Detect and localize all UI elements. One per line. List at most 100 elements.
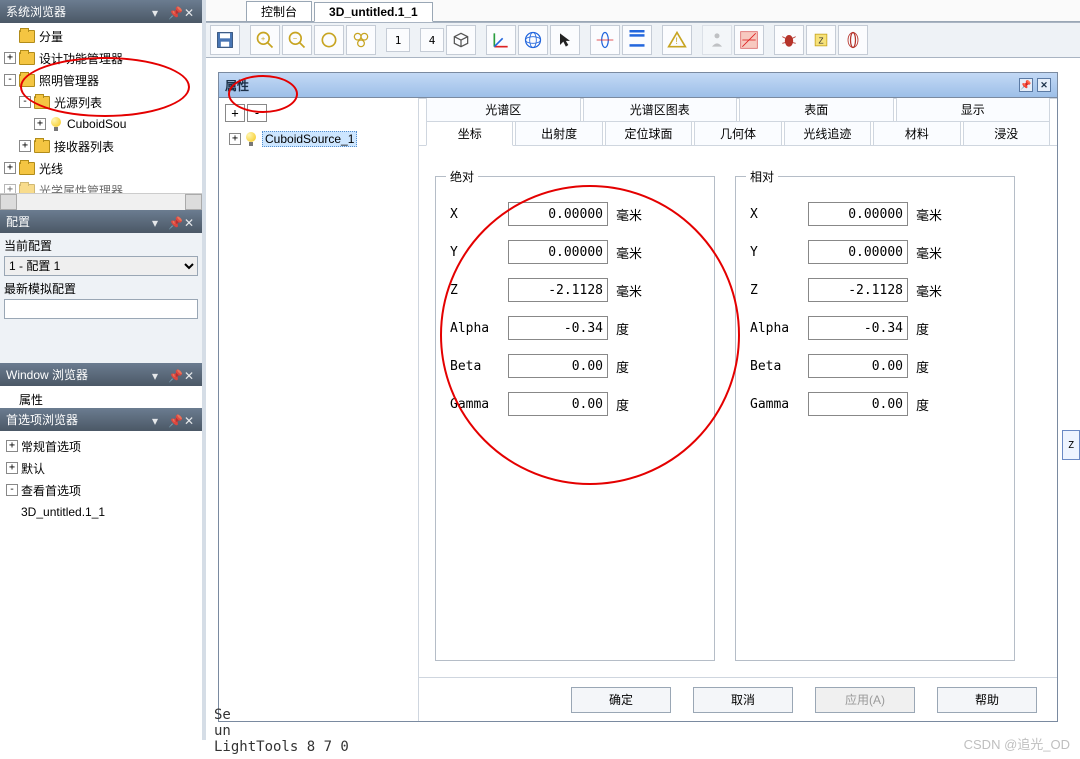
tab-material[interactable]: 材料 [873, 121, 960, 145]
properties-titlebar[interactable]: 属性 📌 ✕ [219, 73, 1057, 97]
close-icon[interactable]: ✕ [184, 414, 196, 426]
latest-sim-input[interactable] [4, 299, 198, 319]
list-button[interactable] [622, 25, 652, 55]
tree-item-default[interactable]: + 默认 [4, 457, 198, 479]
abs-z-input[interactable] [508, 278, 608, 302]
ray-button[interactable] [734, 25, 764, 55]
zoom-fit-button[interactable] [314, 25, 344, 55]
tree-add-button[interactable]: + [225, 104, 245, 122]
scrollbar-horizontal[interactable] [0, 193, 202, 210]
tree-item-component[interactable]: 分量 [2, 25, 202, 47]
tree-item-ray[interactable]: + 光线 [2, 157, 202, 179]
tab-coord[interactable]: 坐标 [426, 121, 513, 146]
close-icon[interactable]: ✕ [184, 6, 196, 18]
rel-beta-input[interactable] [808, 354, 908, 378]
abs-gamma-input[interactable] [508, 392, 608, 416]
tree-item-view-pref[interactable]: - 查看首选项 [4, 479, 198, 501]
system-browser-tree: 分量 + 设计功能管理器 - 照明管理器 - 光源列表 + CuboidSou … [0, 23, 202, 193]
dropdown-icon[interactable]: ▾ [152, 414, 164, 426]
tab-3d-untitled[interactable]: 3D_untitled.1_1 [314, 2, 433, 22]
expand-icon[interactable]: + [6, 440, 18, 452]
rel-gamma-input[interactable] [808, 392, 908, 416]
tree-item-opt-prop-mgr[interactable]: + 光学属性管理器 [2, 179, 202, 193]
tab-geom[interactable]: 几何体 [694, 121, 781, 145]
zoom-in-button[interactable]: + [250, 25, 280, 55]
expand-icon[interactable]: + [4, 162, 16, 174]
svg-text:−: − [293, 34, 298, 43]
cube-button[interactable] [446, 25, 476, 55]
tree-item-source-list[interactable]: - 光源列表 [2, 91, 202, 113]
abs-alpha-input[interactable] [508, 316, 608, 340]
rel-x-input[interactable] [808, 202, 908, 226]
lens-button[interactable] [590, 25, 620, 55]
warning-button[interactable]: ! [662, 25, 692, 55]
cancel-button[interactable]: 取消 [693, 687, 793, 713]
tab-surface[interactable]: 表面 [739, 98, 894, 122]
pin-icon[interactable]: 📌 [1019, 78, 1033, 92]
tab-raytrace[interactable]: 光线追迹 [784, 121, 871, 145]
folder-icon [19, 74, 35, 87]
panel-header-system-browser: 系统浏览器 ▾ 📌 ✕ [0, 0, 202, 23]
absolute-group: 绝对 X毫米 Y毫米 Z毫米 Alpha度 Beta度 Gamma度 [435, 176, 715, 661]
view4-button[interactable]: 4 [420, 28, 444, 52]
expand-icon[interactable]: + [6, 462, 18, 474]
expand-icon[interactable]: + [4, 52, 16, 64]
expand-icon[interactable]: + [229, 133, 241, 145]
tab-spectral-chart[interactable]: 光谱区图表 [583, 98, 738, 122]
tree-item-design-mgr[interactable]: + 设计功能管理器 [2, 47, 202, 69]
close-icon[interactable]: ✕ [184, 369, 196, 381]
collapse-icon[interactable]: - [4, 74, 16, 86]
expand-icon[interactable]: + [19, 140, 31, 152]
panel-header-config: 配置 ▾ 📌 ✕ [0, 210, 202, 233]
tree-item-cuboid-source-1[interactable]: + CuboidSource_1 [227, 128, 412, 150]
help-button[interactable]: 帮助 [937, 687, 1037, 713]
tab-console[interactable]: 控制台 [246, 1, 312, 21]
collapse-icon[interactable]: - [6, 484, 18, 496]
dropdown-icon[interactable]: ▾ [152, 6, 164, 18]
tree-item-light-mgr[interactable]: - 照明管理器 [2, 69, 202, 91]
abs-beta-input[interactable] [508, 354, 608, 378]
pointer-button[interactable] [550, 25, 580, 55]
pin-icon[interactable]: 📌 [168, 369, 180, 381]
tab-immerse[interactable]: 浸没 [963, 121, 1050, 145]
view1-button[interactable]: 1 [386, 28, 410, 52]
close-icon[interactable]: ✕ [184, 216, 196, 228]
lens2-button[interactable] [838, 25, 868, 55]
tab-emittance[interactable]: 出射度 [515, 121, 602, 145]
tree-item-cuboid-source[interactable]: + CuboidSou [2, 113, 202, 135]
tab-spectral-region[interactable]: 光谱区 [426, 98, 581, 122]
rel-alpha-input[interactable] [808, 316, 908, 340]
current-config-select[interactable]: 1 - 配置 1 [4, 256, 198, 276]
collapse-icon[interactable]: - [19, 96, 31, 108]
bug-button[interactable] [774, 25, 804, 55]
rel-z-input[interactable] [808, 278, 908, 302]
expand-icon[interactable]: + [34, 118, 46, 130]
ok-button[interactable]: 确定 [571, 687, 671, 713]
pin-icon[interactable]: 📌 [168, 216, 180, 228]
apply-button[interactable]: 应用(A) [815, 687, 915, 713]
abs-x-input[interactable] [508, 202, 608, 226]
pin-icon[interactable]: 📌 [168, 6, 180, 18]
tree-item-properties[interactable]: 属性 [2, 388, 202, 408]
tree-item-doc[interactable]: 3D_untitled.1_1 [4, 501, 198, 523]
tree-item-receiver-list[interactable]: + 接收器列表 [2, 135, 202, 157]
abs-y-input[interactable] [508, 240, 608, 264]
expand-icon[interactable]: + [4, 184, 16, 193]
close-icon[interactable]: ✕ [1037, 78, 1051, 92]
rel-y-input[interactable] [808, 240, 908, 264]
zoom-multi-button[interactable] [346, 25, 376, 55]
person-button[interactable] [702, 25, 732, 55]
save-button[interactable] [210, 25, 240, 55]
z-plane-button[interactable]: Z [806, 25, 836, 55]
folder-icon [19, 184, 35, 194]
zoom-out-button[interactable]: − [282, 25, 312, 55]
tree-remove-button[interactable]: - [247, 104, 267, 122]
dropdown-icon[interactable]: ▾ [152, 369, 164, 381]
dropdown-icon[interactable]: ▾ [152, 216, 164, 228]
globe-button[interactable] [518, 25, 548, 55]
tree-item-general-pref[interactable]: + 常规首选项 [4, 435, 198, 457]
axes-button[interactable] [486, 25, 516, 55]
tab-display[interactable]: 显示 [896, 98, 1051, 122]
tab-sphere[interactable]: 定位球面 [605, 121, 692, 145]
pin-icon[interactable]: 📌 [168, 414, 180, 426]
